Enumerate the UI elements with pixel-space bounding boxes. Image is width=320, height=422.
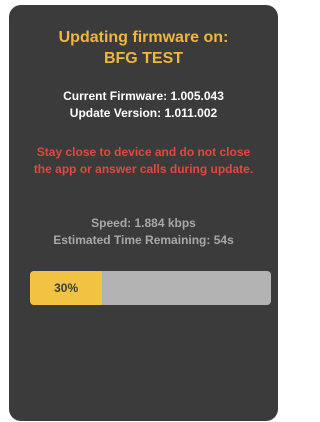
time-remaining-text: Estimated Time Remaining: 54s	[53, 233, 234, 247]
warning-message: Stay close to device and do not close th…	[33, 145, 254, 176]
progress-percent-label: 30%	[54, 281, 79, 295]
firmware-update-dialog: Updating firmware on: BFG TEST Current F…	[9, 5, 278, 421]
progress-bar: 30%	[30, 271, 271, 305]
device-name: BFG TEST	[103, 50, 184, 67]
dialog-title: Updating firmware on:	[58, 29, 229, 46]
current-firmware-text: Current Firmware: 1.005.043	[63, 89, 224, 103]
speed-text: Speed: 1.884 kbps	[91, 216, 196, 230]
update-version-text: Update Version: 1.011.002	[69, 106, 218, 120]
